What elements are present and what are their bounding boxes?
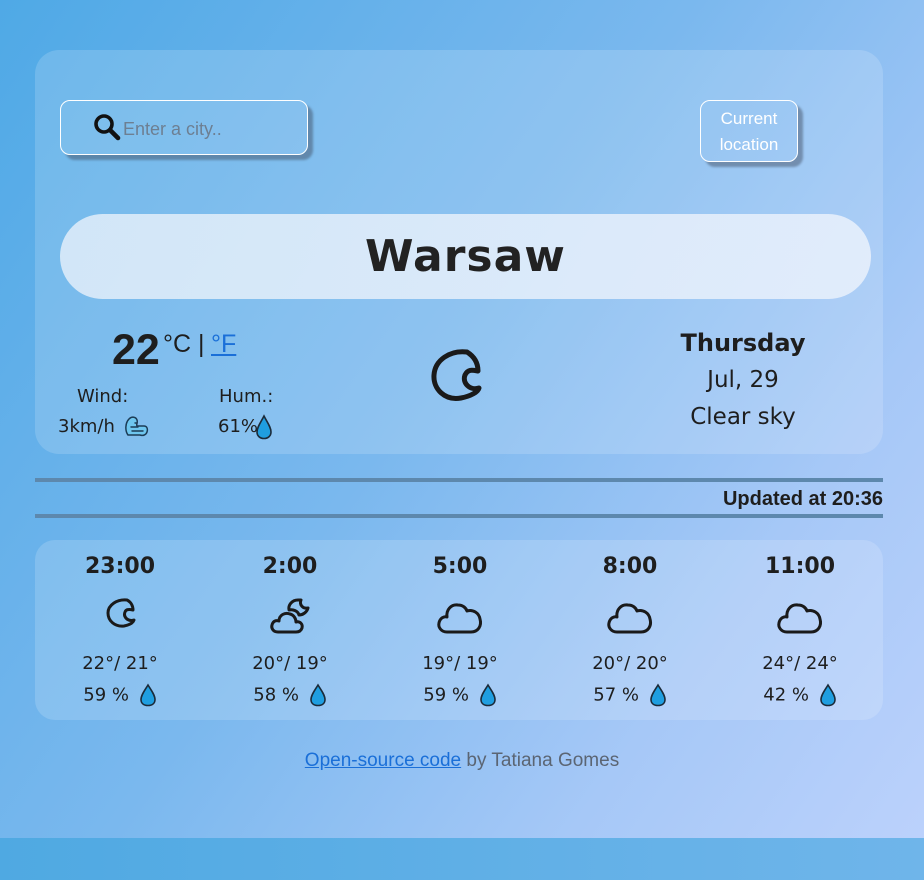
forecast-humidity: 59 % bbox=[35, 683, 205, 707]
city-name: Warsaw bbox=[365, 231, 566, 282]
search-input[interactable] bbox=[121, 113, 295, 145]
humidity-value: 61% bbox=[218, 416, 259, 437]
author-credit: by Tatiana Gomes bbox=[461, 750, 620, 771]
cloud-icon bbox=[437, 603, 482, 634]
forecast-item: 11:00 24°/ 24° 42 % bbox=[715, 540, 885, 720]
weather-description: Clear sky bbox=[690, 404, 796, 430]
moon-icon bbox=[106, 598, 136, 628]
forecast-temperatures: 24°/ 24° bbox=[762, 653, 838, 674]
forecast-item: 5:00 19°/ 19° 59 % bbox=[375, 540, 545, 720]
moon-icon bbox=[431, 349, 482, 401]
water-drop-icon bbox=[479, 683, 496, 707]
hourly-forecast: 23:00 22°/ 21° 59 % 2:00 20°/ 19° 58 % 5… bbox=[35, 540, 883, 720]
forecast-time: 23:00 bbox=[84, 554, 156, 579]
forecast-humidity-value: 57 % bbox=[593, 684, 639, 706]
water-drop-icon bbox=[139, 683, 156, 707]
forecast-humidity: 42 % bbox=[715, 683, 885, 707]
water-drop-icon bbox=[256, 414, 272, 440]
humidity-label: Hum.: bbox=[219, 386, 274, 407]
wind-icon bbox=[125, 416, 149, 437]
forecast-temperatures: 19°/ 19° bbox=[422, 653, 498, 674]
fahrenheit-unit-link[interactable]: °F bbox=[211, 330, 236, 359]
forecast-humidity-value: 42 % bbox=[763, 684, 809, 706]
water-drop-icon bbox=[309, 683, 326, 707]
footer: Open-source code by Tatiana Gomes bbox=[0, 750, 924, 772]
forecast-time: 8:00 bbox=[602, 554, 658, 579]
cloud-moon-icon bbox=[270, 598, 310, 634]
forecast-humidity: 57 % bbox=[545, 683, 715, 707]
day-name: Thursday bbox=[680, 329, 806, 357]
water-drop-icon bbox=[819, 683, 836, 707]
updated-time: Updated at 20:36 bbox=[722, 488, 883, 510]
celsius-unit-link[interactable]: °C | bbox=[163, 330, 205, 359]
city-banner: Warsaw bbox=[60, 214, 871, 299]
forecast-temperatures: 22°/ 21° bbox=[82, 653, 158, 674]
forecast-temperatures: 20°/ 20° bbox=[592, 653, 668, 674]
temperature-value: 22 bbox=[112, 326, 160, 374]
source-code-link[interactable]: Open-source code bbox=[305, 750, 461, 771]
divider-bottom bbox=[35, 514, 883, 518]
forecast-humidity: 59 % bbox=[375, 683, 545, 707]
forecast-item: 23:00 22°/ 21° 59 % bbox=[35, 540, 205, 720]
forecast-humidity-value: 59 % bbox=[83, 684, 129, 706]
cloud-icon bbox=[607, 603, 652, 634]
forecast-time: 2:00 bbox=[262, 554, 318, 579]
current-location-button[interactable]: Current location bbox=[700, 100, 798, 162]
date-text: Jul, 29 bbox=[707, 367, 779, 393]
forecast-time: 11:00 bbox=[764, 554, 836, 579]
forecast-humidity-value: 58 % bbox=[253, 684, 299, 706]
bottom-band bbox=[0, 838, 924, 880]
wind-label: Wind: bbox=[77, 386, 129, 407]
forecast-temperatures: 20°/ 19° bbox=[252, 653, 328, 674]
forecast-item: 8:00 20°/ 20° 57 % bbox=[545, 540, 715, 720]
forecast-humidity-value: 59 % bbox=[423, 684, 469, 706]
water-drop-icon bbox=[649, 683, 666, 707]
forecast-humidity: 58 % bbox=[205, 683, 375, 707]
divider-top bbox=[35, 478, 883, 482]
wind-value: 3km/h bbox=[58, 416, 115, 437]
forecast-item: 2:00 20°/ 19° 58 % bbox=[205, 540, 375, 720]
forecast-time: 5:00 bbox=[432, 554, 488, 579]
cloud-icon bbox=[777, 603, 822, 634]
search-form[interactable] bbox=[60, 100, 308, 155]
search-icon[interactable] bbox=[93, 113, 121, 141]
